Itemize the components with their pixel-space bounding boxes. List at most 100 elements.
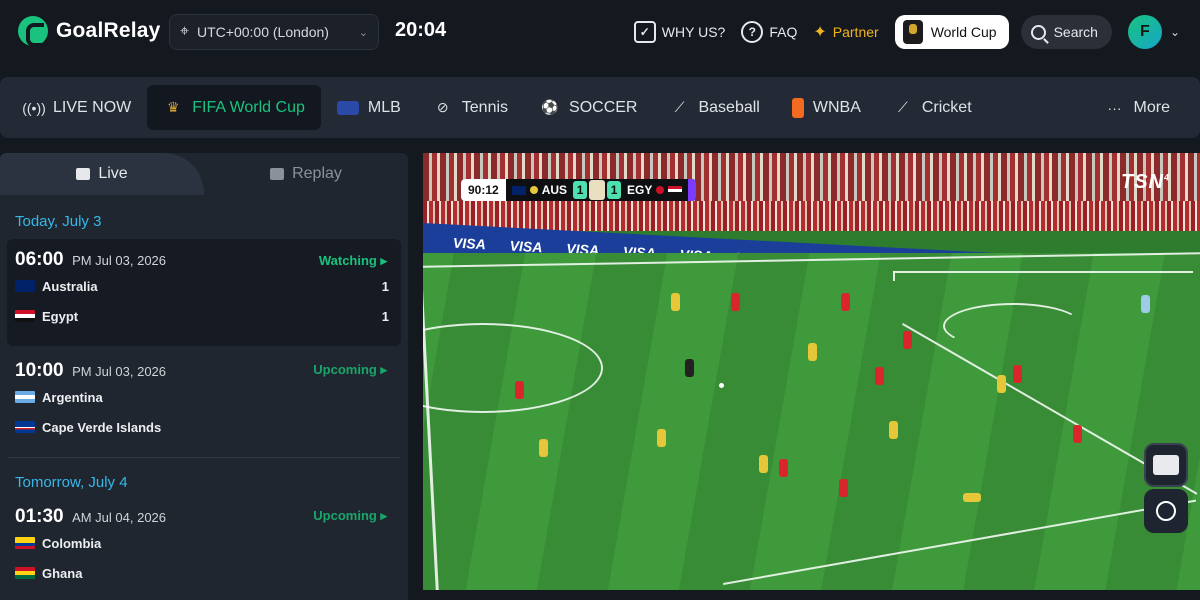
match-status[interactable]: Upcoming ▸	[313, 362, 387, 378]
user-avatar[interactable]: F	[1127, 15, 1162, 49]
sport-tab-wnba[interactable]: WNBA	[776, 85, 877, 130]
video-camera-icon	[270, 168, 285, 180]
mlb-logo-icon	[336, 100, 359, 115]
ghana-flag-icon	[15, 567, 35, 579]
home-score: 1	[573, 181, 588, 199]
world-cup-trophy-icon	[902, 20, 923, 44]
team-name: Australia	[42, 278, 98, 294]
sport-tab-mlb[interactable]: MLB	[321, 85, 417, 130]
search-button[interactable]: Search	[1020, 15, 1112, 49]
tab-live-label: Live	[98, 165, 128, 182]
team-name: Colombia	[42, 535, 102, 551]
home-crest-icon	[529, 186, 538, 194]
search-label: Search	[1053, 24, 1098, 40]
search-icon	[1030, 24, 1046, 40]
player-marker	[875, 367, 884, 385]
world-cup-trophy-icon	[589, 180, 606, 200]
match-card[interactable]: 06:00 PM Jul 03, 2026 Watching ▸ Austral…	[7, 239, 401, 346]
broadcaster-name: TSN	[1120, 171, 1164, 193]
more-dots-icon: ···	[1107, 99, 1122, 116]
date-heading-today: Today, July 3	[15, 213, 102, 230]
world-cup-button[interactable]: World Cup	[894, 15, 1009, 49]
match-time: 06:00	[15, 249, 64, 270]
argentina-flag-icon	[15, 391, 35, 403]
whatsapp-icon	[1156, 501, 1176, 521]
why-us-link[interactable]: ✓ WHY US?	[633, 21, 725, 43]
sport-tab-baseball[interactable]: ⟋ Baseball	[653, 85, 775, 130]
sport-tab-more[interactable]: ··· More	[1089, 85, 1186, 130]
player-marker	[889, 421, 898, 439]
team-name: Cape Verde Islands	[42, 419, 162, 435]
timezone-select[interactable]: ⌖ UTC+00:00 (London) ⌄	[169, 14, 379, 50]
sport-tab-live-now[interactable]: ((•)) LIVE NOW	[8, 85, 147, 130]
sport-tab-fifa-world-cup[interactable]: ♛ FIFA World Cup	[147, 85, 321, 130]
match-status[interactable]: Watching ▸	[319, 253, 387, 269]
checklist-icon: ✓	[633, 21, 656, 43]
cape-verde-flag-icon	[15, 421, 35, 433]
player-marker	[731, 293, 740, 311]
player-marker	[1141, 295, 1150, 313]
team-row: Australia 1	[15, 271, 393, 301]
faq-link[interactable]: ? FAQ	[741, 21, 797, 43]
video-player[interactable]: VISA VISA VISA VISA VISA VISA VISA VISA …	[423, 153, 1200, 590]
player-marker	[515, 381, 524, 399]
sport-tab-soccer[interactable]: ⚽ SOCCER	[524, 85, 653, 130]
player-marker	[779, 459, 788, 477]
tab-live[interactable]: Live	[0, 153, 204, 195]
match-date: PM Jul 03, 2026	[72, 253, 167, 268]
team-score: 1	[381, 278, 389, 294]
penalty-arc	[943, 303, 1083, 349]
picture-in-picture-icon	[1153, 455, 1179, 475]
match-card[interactable]: 01:30 AM Jul 04, 2026 Upcoming ▸ Colombi…	[7, 502, 401, 600]
match-schedule-panel: Live Replay Today, July 3 06:00 PM Jul 0…	[0, 153, 408, 600]
egypt-flag-icon	[15, 310, 35, 322]
player-marker	[1013, 365, 1022, 383]
cricket-bat-icon: ⟋	[897, 99, 908, 115]
brand-logo[interactable]: GoalRelay	[18, 16, 161, 47]
partner-link[interactable]: ✦ Partner	[813, 22, 878, 42]
tab-replay[interactable]: Replay	[204, 153, 408, 195]
soccer-ball-icon: ⚽	[541, 99, 559, 115]
whatsapp-button[interactable]	[1144, 489, 1188, 533]
match-status[interactable]: Upcoming ▸	[313, 508, 387, 524]
team-row: Ghana	[15, 558, 393, 588]
player-marker	[671, 293, 680, 311]
tv-icon	[76, 168, 91, 180]
away-code-label: EGY	[627, 183, 653, 197]
away-crest-icon	[656, 186, 665, 194]
location-pin-icon: ⌖	[180, 23, 190, 40]
world-cup-label: World Cup	[930, 24, 997, 40]
sports-nav: ((•)) LIVE NOW ♛ FIFA World Cup MLB ⊘ Te…	[0, 77, 1200, 138]
mini-player-button[interactable]	[1144, 443, 1188, 487]
team-score: 1	[381, 308, 389, 324]
player-marker	[997, 375, 1006, 393]
wnba-logo-icon	[791, 97, 804, 118]
away-score: 1	[607, 181, 622, 199]
question-icon: ?	[741, 21, 764, 43]
broadcaster-channel: 4	[1163, 172, 1170, 183]
australia-flag-icon	[15, 280, 35, 292]
tab-replay-label: Replay	[292, 165, 342, 182]
chevron-down-icon[interactable]: ⌄	[1170, 25, 1180, 39]
team-row: Argentina	[15, 382, 393, 412]
sport-tab-label: More	[1133, 98, 1170, 116]
score-bug-accent	[688, 179, 697, 201]
sport-tab-label: FIFA World Cup	[192, 98, 305, 116]
sport-tab-cricket[interactable]: ⟋ Cricket	[877, 85, 988, 130]
australia-flag-icon	[511, 185, 526, 195]
top-nav: ✓ WHY US? ? FAQ ✦ Partner World Cup Sear…	[618, 14, 1180, 50]
sport-tab-tennis[interactable]: ⊘ Tennis	[417, 85, 524, 130]
player-marker	[539, 439, 548, 457]
match-card[interactable]: 10:00 PM Jul 03, 2026 Upcoming ▸ Argenti…	[7, 346, 401, 458]
tennis-racket-icon: ⊘	[436, 99, 449, 115]
match-time: 10:00	[15, 360, 64, 381]
team-name: Egypt	[42, 308, 79, 324]
timezone-label: UTC+00:00 (London)	[197, 24, 329, 40]
top-header: GoalRelay ⌖ UTC+00:00 (London) ⌄ 20:04 ✓…	[0, 0, 1200, 64]
team-row: Cape Verde Islands	[15, 412, 393, 442]
soccer-pitch	[423, 253, 1200, 590]
player-marker	[685, 359, 694, 377]
current-time: 20:04	[395, 19, 447, 41]
egypt-flag-icon	[668, 185, 683, 195]
match-time: 01:30	[15, 506, 64, 527]
